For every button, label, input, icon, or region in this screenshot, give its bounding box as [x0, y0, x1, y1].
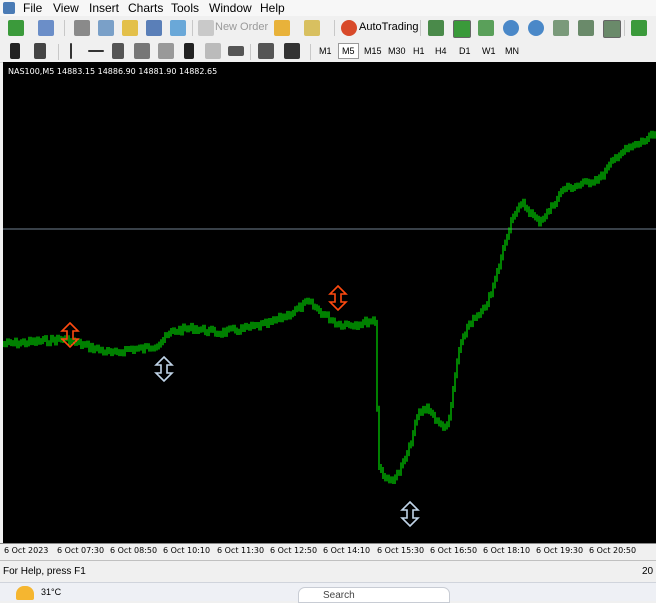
line-chart-icon[interactable] [478, 20, 494, 36]
crosshair-icon[interactable] [34, 43, 46, 59]
cursor-icon[interactable] [10, 43, 20, 59]
toolbar-separator [192, 20, 193, 36]
status-bar: For Help, press F1 20 [0, 560, 656, 583]
search-placeholder: Search [323, 590, 355, 601]
weather-icon[interactable] [16, 586, 34, 600]
toolbar-separator [420, 20, 421, 36]
tile-windows-icon[interactable] [553, 20, 569, 36]
trendline-icon[interactable] [112, 43, 124, 59]
main-toolbar: New Order AutoTrading [0, 16, 656, 41]
bar-chart-icon[interactable] [428, 20, 444, 36]
time-label: 6 Oct 19:30 [536, 546, 584, 555]
timeframe-h4[interactable]: H4 [432, 44, 450, 58]
toolbar-separator [250, 44, 251, 60]
toolbar-separator [58, 44, 59, 60]
time-label: 6 Oct 18:10 [483, 546, 531, 555]
profiles-icon[interactable] [38, 20, 54, 36]
menu-charts[interactable]: Charts [128, 1, 163, 15]
zoom-out-icon[interactable] [528, 20, 544, 36]
status-right-text: 20 [642, 566, 654, 577]
drawing-toolbar: M1 M5 M15 M30 H1 H4 D1 W1 MN [0, 40, 656, 63]
buy-signal-arrow[interactable] [154, 355, 174, 383]
menu-tools[interactable]: Tools [171, 1, 199, 15]
app-icon [3, 2, 15, 14]
timeframe-w1[interactable]: W1 [479, 44, 499, 58]
time-label: 6 Oct 07:30 [57, 546, 105, 555]
time-label: 6 Oct 14:10 [323, 546, 371, 555]
new-chart-icon[interactable] [8, 20, 24, 36]
time-label: 6 Oct 10:10 [163, 546, 211, 555]
toolbar-separator [64, 20, 65, 36]
horizontal-line-icon[interactable] [88, 50, 104, 52]
arrows-dropdown-icon[interactable] [284, 43, 300, 59]
menu-view[interactable]: View [53, 1, 79, 15]
rectangle-icon[interactable] [228, 46, 244, 56]
status-help-text: For Help, press F1 [3, 566, 86, 577]
candlestick-icon[interactable] [453, 20, 471, 38]
sell-signal-arrow[interactable] [60, 321, 80, 349]
weather-temperature[interactable]: 31°C [41, 587, 61, 597]
menu-bar: File View Insert Charts Tools Window Hel… [0, 0, 656, 16]
zoom-in-icon[interactable] [503, 20, 519, 36]
timeframe-m15[interactable]: M15 [361, 44, 385, 58]
fibonacci-icon[interactable] [158, 43, 174, 59]
toolbar-separator [624, 20, 625, 36]
taskbar: 31°C Search [0, 582, 656, 603]
chart-title: NAS100,M5 14883.15 14886.90 14881.90 148… [8, 67, 218, 76]
text-icon[interactable] [184, 43, 194, 59]
timeframe-h1[interactable]: H1 [410, 44, 428, 58]
menu-help[interactable]: Help [260, 1, 285, 15]
price-chart[interactable]: NAS100,M5 14883.15 14886.90 14881.90 148… [3, 62, 656, 543]
buy-signal-arrow[interactable] [400, 500, 420, 528]
timeframe-d1[interactable]: D1 [456, 44, 474, 58]
autotrading-button[interactable]: AutoTrading [359, 21, 419, 33]
toolbar-separator [310, 44, 311, 60]
timeframe-mn[interactable]: MN [502, 44, 522, 58]
sell-signal-arrow[interactable] [328, 284, 348, 312]
timeframe-m5[interactable]: M5 [338, 43, 359, 59]
chart-shift-icon[interactable] [603, 20, 621, 38]
time-label: 6 Oct 20:50 [589, 546, 637, 555]
text-label-icon[interactable] [205, 43, 221, 59]
auto-scroll-icon[interactable] [578, 20, 594, 36]
data-window-icon[interactable] [122, 20, 138, 36]
timeframe-m30[interactable]: M30 [385, 44, 409, 58]
time-label: 6 Oct 16:50 [430, 546, 478, 555]
time-label: 6 Oct 2023 [4, 546, 49, 555]
terminal-icon[interactable] [146, 20, 162, 36]
price-chart-canvas [3, 130, 656, 528]
strategy-tester-icon[interactable] [170, 20, 186, 36]
taskbar-search[interactable]: Search [298, 587, 450, 603]
timeframe-m1[interactable]: M1 [316, 44, 335, 58]
equidistant-channel-icon[interactable] [134, 43, 150, 59]
time-label: 6 Oct 15:30 [377, 546, 425, 555]
time-label: 6 Oct 11:30 [217, 546, 265, 555]
vertical-line-icon[interactable] [70, 43, 72, 59]
menu-file[interactable]: File [23, 1, 42, 15]
indicators-icon[interactable] [631, 20, 647, 36]
time-label: 6 Oct 08:50 [110, 546, 158, 555]
options-icon[interactable] [304, 20, 320, 36]
metaeditor-icon[interactable] [274, 20, 290, 36]
new-order-button[interactable]: New Order [215, 21, 268, 33]
time-label: 6 Oct 12:50 [270, 546, 318, 555]
toolbar-separator [334, 20, 335, 36]
menu-window[interactable]: Window [209, 1, 252, 15]
market-watch-icon[interactable] [74, 20, 90, 36]
arrows-icon[interactable] [258, 43, 274, 59]
navigator-icon[interactable] [98, 20, 114, 36]
menu-insert[interactable]: Insert [89, 1, 119, 15]
time-axis: 6 Oct 2023 6 Oct 07:30 6 Oct 08:50 6 Oct… [0, 543, 656, 561]
new-order-icon[interactable] [198, 20, 214, 36]
candles-layer [3, 130, 656, 484]
autotrading-icon[interactable] [341, 20, 357, 36]
